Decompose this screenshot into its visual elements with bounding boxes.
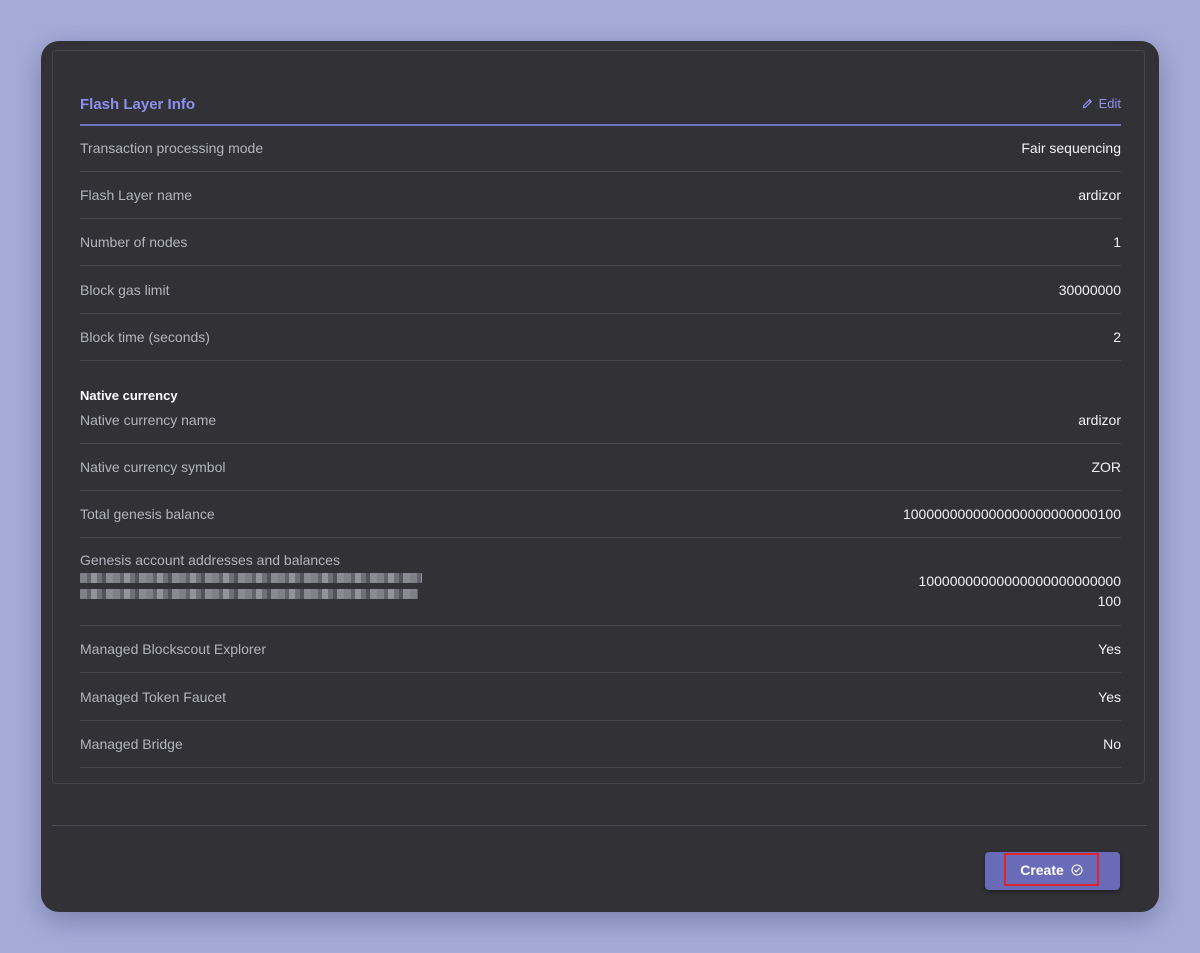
- redacted-address: [80, 573, 422, 605]
- row-label: Genesis account addresses and balances: [80, 552, 340, 568]
- row-value: Fair sequencing: [1021, 140, 1121, 156]
- flash-layer-info-card: Flash Layer Info Edit Transaction proces…: [52, 50, 1145, 784]
- row-label: Flash Layer name: [80, 187, 193, 203]
- edit-label: Edit: [1098, 96, 1121, 111]
- genesis-balance-line2: 100: [1097, 593, 1121, 609]
- row-value: Yes: [1098, 641, 1121, 657]
- create-button-highlight: Create: [1004, 853, 1099, 886]
- genesis-balance-value: 10000000000000000000000000 100: [919, 571, 1121, 611]
- row-label: Block gas limit: [80, 282, 170, 298]
- genesis-balance-line1: 10000000000000000000000000: [918, 573, 1121, 589]
- row-value: 30000000: [1058, 282, 1121, 298]
- row-value: 2: [1113, 329, 1121, 345]
- row-value: No: [1103, 736, 1121, 752]
- row-flash-layer-name: Flash Layer name ardizor: [80, 172, 1121, 219]
- row-value: 1000000000000000000000000100: [902, 506, 1121, 522]
- row-block-gas-limit: Block gas limit 30000000: [80, 267, 1121, 314]
- row-label: Managed Blockscout Explorer: [80, 641, 266, 657]
- row-label: Transaction processing mode: [80, 140, 264, 156]
- row-label: Block time (seconds): [80, 329, 210, 345]
- row-label: Native currency name: [80, 412, 217, 428]
- row-value: ardizor: [1078, 412, 1121, 428]
- row-managed-bridge: Managed Bridge No: [80, 721, 1121, 768]
- row-number-of-nodes: Number of nodes 1: [80, 219, 1121, 266]
- row-managed-blockscout: Managed Blockscout Explorer Yes: [80, 626, 1121, 673]
- row-native-currency-name: Native currency name ardizor: [80, 397, 1121, 444]
- row-value: ZOR: [1091, 459, 1121, 475]
- row-label: Managed Token Faucet: [80, 689, 227, 705]
- row-label: Native currency symbol: [80, 459, 226, 475]
- row-value: 1: [1113, 234, 1121, 250]
- row-value: ardizor: [1078, 187, 1121, 203]
- row-block-time: Block time (seconds) 2: [80, 314, 1121, 361]
- create-button[interactable]: Create: [985, 852, 1120, 890]
- row-total-genesis-balance: Total genesis balance 100000000000000000…: [80, 491, 1121, 538]
- review-dialog: Flash Layer Info Edit Transaction proces…: [41, 41, 1159, 912]
- row-transaction-mode: Transaction processing mode Fair sequenc…: [80, 125, 1121, 172]
- check-circle-icon: [1071, 863, 1083, 876]
- pencil-icon: [1082, 98, 1093, 109]
- section-title: Flash Layer Info: [80, 96, 196, 113]
- row-label: Managed Bridge: [80, 736, 183, 752]
- row-label: Total genesis balance: [80, 506, 215, 522]
- row-value: Yes: [1098, 689, 1121, 705]
- row-genesis-accounts: Genesis account addresses and balances 1…: [80, 538, 1121, 626]
- edit-button[interactable]: Edit: [1082, 96, 1121, 111]
- row-managed-token-faucet: Managed Token Faucet Yes: [80, 674, 1121, 721]
- section-header: Flash Layer Info Edit: [80, 90, 1121, 126]
- row-native-currency-symbol: Native currency symbol ZOR: [80, 444, 1121, 491]
- row-label: Number of nodes: [80, 234, 188, 250]
- footer-divider: [52, 825, 1147, 826]
- create-label: Create: [1020, 861, 1064, 878]
